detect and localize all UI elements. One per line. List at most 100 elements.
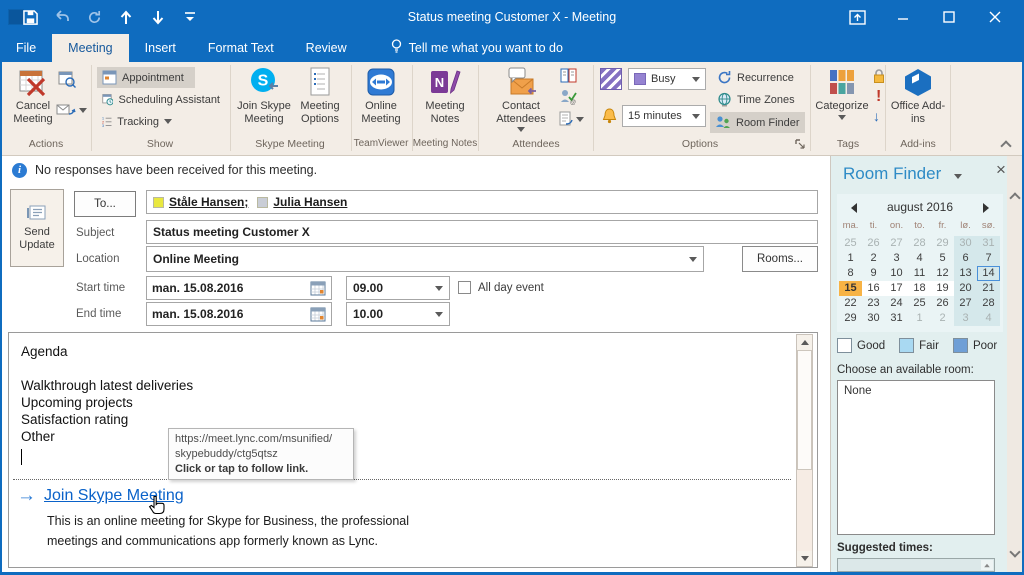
- end-date-field[interactable]: man. 15.08.2016: [146, 302, 332, 326]
- calendar-day[interactable]: 8: [839, 266, 862, 281]
- calendar-day[interactable]: 10: [885, 266, 908, 281]
- recurrence-button[interactable]: Recurrence: [712, 67, 799, 88]
- ribbon-display-options-icon[interactable]: [834, 0, 880, 34]
- tab-insert[interactable]: Insert: [129, 34, 192, 62]
- panel-scroll-up-icon[interactable]: [1009, 192, 1021, 204]
- calendar-day[interactable]: 15: [839, 281, 862, 296]
- start-date-field[interactable]: man. 15.08.2016: [146, 276, 332, 300]
- high-importance-icon[interactable]: !: [876, 88, 881, 106]
- reminder-combo[interactable]: 15 minutes: [622, 105, 706, 127]
- calendar-day[interactable]: 16: [862, 281, 885, 296]
- calendar-day[interactable]: 29: [839, 311, 862, 326]
- calendar-day[interactable]: 4: [977, 311, 1000, 326]
- calendar-day[interactable]: 9: [862, 266, 885, 281]
- tracking-button[interactable]: 123 Tracking: [97, 111, 177, 132]
- calendar-day[interactable]: 22: [839, 296, 862, 311]
- calendar-day[interactable]: 23: [862, 296, 885, 311]
- suggested-times-list[interactable]: [837, 558, 995, 572]
- show-as-combo[interactable]: Busy: [628, 68, 706, 90]
- cancel-meeting-button[interactable]: Cancel Meeting: [8, 65, 58, 137]
- calendar-day[interactable]: 30: [862, 311, 885, 326]
- room-finder-button[interactable]: Room Finder: [710, 112, 805, 133]
- suggested-scroll-up-icon[interactable]: [981, 560, 993, 570]
- calendar-day[interactable]: 13: [954, 266, 977, 281]
- scheduling-assistant-button[interactable]: Scheduling Assistant: [97, 89, 225, 110]
- recipient-name[interactable]: Ståle Hansen;: [169, 195, 248, 209]
- calendar-day[interactable]: 24: [885, 296, 908, 311]
- calendar-day[interactable]: 4: [908, 251, 931, 266]
- calendar-day[interactable]: 26: [931, 296, 954, 311]
- respond-button[interactable]: [56, 102, 87, 118]
- meeting-notes-button[interactable]: N Meeting Notes: [416, 65, 474, 137]
- calendar-day[interactable]: 27: [954, 296, 977, 311]
- tell-me-box[interactable]: Tell me what you want to do: [377, 34, 577, 62]
- private-lock-icon[interactable]: [872, 68, 886, 84]
- meeting-options-button[interactable]: Meeting Options: [293, 65, 347, 137]
- calendar-day[interactable]: 30: [954, 236, 977, 251]
- calendar-day[interactable]: 14: [977, 266, 1000, 281]
- tab-meeting[interactable]: Meeting: [52, 34, 129, 62]
- room-list-item[interactable]: None: [844, 385, 988, 397]
- send-update-button[interactable]: Send Update: [10, 189, 64, 267]
- calendar-day[interactable]: 1: [908, 311, 931, 326]
- scroll-down-icon[interactable]: [797, 551, 812, 566]
- rooms-button[interactable]: Rooms...: [742, 246, 818, 272]
- next-month-icon[interactable]: [983, 203, 989, 213]
- calendar-day[interactable]: 1: [839, 251, 862, 266]
- calendar-day[interactable]: 2: [862, 251, 885, 266]
- body-scrollbar[interactable]: [796, 334, 813, 567]
- calendar-day[interactable]: 6: [954, 251, 977, 266]
- low-importance-icon[interactable]: ↓: [873, 108, 880, 124]
- date-picker-icon[interactable]: [310, 281, 326, 296]
- calendar-day[interactable]: 25: [908, 296, 931, 311]
- calendar-details-icon[interactable]: [58, 70, 76, 88]
- location-combo[interactable]: Online Meeting: [146, 246, 704, 272]
- room-finder-menu-icon[interactable]: [954, 174, 962, 179]
- calendar-day[interactable]: 25: [839, 236, 862, 251]
- calendar-day[interactable]: 11: [908, 266, 931, 281]
- office-add-ins-button[interactable]: Office Add-ins: [890, 65, 946, 137]
- calendar-day[interactable]: 18: [908, 281, 931, 296]
- message-body[interactable]: Agenda Walkthrough latest deliveries Upco…: [8, 332, 818, 568]
- calendar-day[interactable]: 26: [862, 236, 885, 251]
- time-zones-button[interactable]: Time Zones: [712, 89, 800, 110]
- close-icon[interactable]: [972, 0, 1018, 34]
- calendar-day[interactable]: 7: [977, 251, 1000, 266]
- calendar-day[interactable]: 5: [931, 251, 954, 266]
- online-meeting-button[interactable]: Online Meeting: [353, 65, 409, 137]
- scrollbar-thumb[interactable]: [797, 350, 812, 470]
- panel-scroll-down-icon[interactable]: [1009, 546, 1021, 558]
- calendar-day[interactable]: 20: [954, 281, 977, 296]
- all-day-checkbox[interactable]: [458, 281, 471, 294]
- calendar-day[interactable]: 28: [908, 236, 931, 251]
- calendar-day[interactable]: 3: [954, 311, 977, 326]
- end-time-combo[interactable]: 10.00: [346, 302, 450, 326]
- tab-file[interactable]: File: [0, 34, 52, 62]
- calendar-day[interactable]: 2: [931, 311, 954, 326]
- move-up-icon[interactable]: [116, 6, 136, 28]
- calendar-day[interactable]: 29: [931, 236, 954, 251]
- calendar-day[interactable]: 27: [885, 236, 908, 251]
- calendar-day[interactable]: 19: [931, 281, 954, 296]
- date-picker-icon[interactable]: [310, 307, 326, 322]
- start-time-combo[interactable]: 09.00: [346, 276, 450, 300]
- undo-icon[interactable]: [52, 6, 72, 28]
- options-dialog-launcher-icon[interactable]: [795, 139, 805, 149]
- response-options-button[interactable]: [558, 111, 584, 127]
- calendar-day[interactable]: 17: [885, 281, 908, 296]
- calendar-day[interactable]: 28: [977, 296, 1000, 311]
- available-rooms-list[interactable]: None: [837, 380, 995, 535]
- maximize-icon[interactable]: [926, 0, 972, 34]
- redo-icon[interactable]: [84, 6, 104, 28]
- subject-field[interactable]: Status meeting Customer X: [146, 220, 818, 244]
- to-field[interactable]: Ståle Hansen; Julia Hansen: [146, 190, 818, 214]
- join-skype-meeting-button[interactable]: S Join Skype Meeting: [236, 65, 292, 137]
- minimize-icon[interactable]: [880, 0, 926, 34]
- collapse-ribbon-icon[interactable]: [1000, 140, 1012, 152]
- contact-attendees-button[interactable]: Contact Attendees: [488, 65, 554, 137]
- categorize-button[interactable]: Categorize: [814, 65, 870, 137]
- tab-review[interactable]: Review: [290, 34, 363, 62]
- move-down-icon[interactable]: [148, 6, 168, 28]
- tab-format-text[interactable]: Format Text: [192, 34, 290, 62]
- calendar-day[interactable]: 12: [931, 266, 954, 281]
